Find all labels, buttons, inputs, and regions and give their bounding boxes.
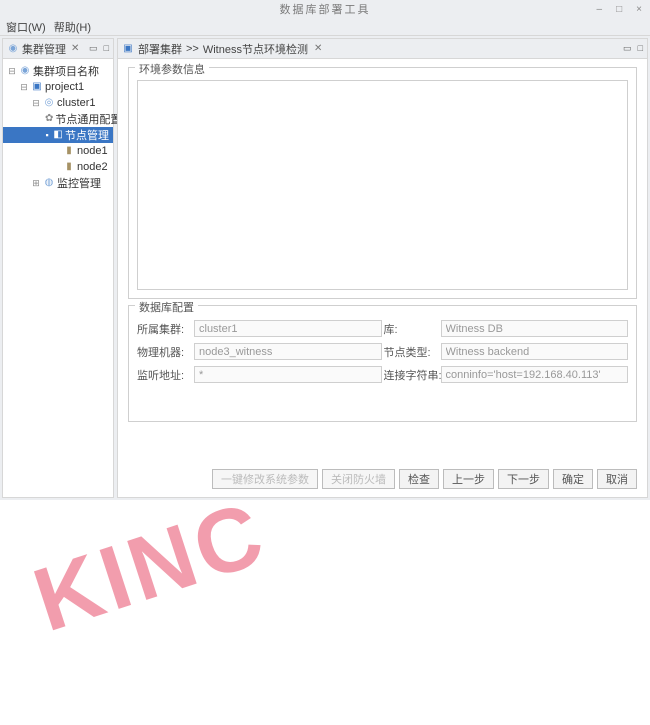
app-window: 数据库部署工具 – □ × 窗口(W) 帮助(H) ◉ 集群管理 ✕ ▭ □	[0, 0, 650, 500]
tree-root[interactable]: ⊟ ◉ 集群项目名称	[3, 63, 113, 79]
tree-node-manage[interactable]: ▪ ◧ 节点管理	[3, 127, 113, 143]
input-conn-str[interactable]	[441, 366, 629, 383]
tree-project-label: project1	[45, 81, 84, 93]
form-area: 环境参数信息 数据库配置 所属集群: 库: 物理机器: 节点类型: 监	[118, 59, 647, 465]
env-fieldset: 环境参数信息	[128, 67, 637, 299]
collapse-icon[interactable]: ⊟	[19, 82, 29, 93]
label-listen-addr: 监听地址:	[137, 367, 192, 383]
modify-sys-button: 一键修改系统参数	[212, 469, 318, 489]
db-fieldset: 数据库配置 所属集群: 库: 物理机器: 节点类型: 监听地址: 连接字符串:	[128, 305, 637, 422]
right-panel: ▣ 部署集群 >> Witness节点环境检测 ✕ ▭ □ 环境参数信息 数据	[117, 38, 648, 498]
db-icon: ▮	[63, 161, 75, 173]
tree-monitor-manage[interactable]: ⊞ ◍ 监控管理	[3, 175, 113, 191]
tab-close-icon[interactable]: ✕	[71, 43, 79, 54]
tab-cluster-label: 集群管理	[22, 41, 66, 57]
label-db-name: 库:	[384, 321, 439, 337]
cluster-small-icon: ◎	[43, 97, 55, 109]
tab-cluster-mgmt[interactable]: ◉ 集群管理 ✕	[7, 41, 79, 57]
expand-icon[interactable]: ⊞	[31, 178, 41, 189]
nodes-icon: ◧	[53, 129, 63, 141]
window-controls: – □ ×	[597, 4, 644, 15]
tab-deploy[interactable]: ▣ 部署集群 >> Witness节点环境检测 ✕	[122, 41, 322, 57]
tree-node1-label: node1	[77, 145, 108, 157]
input-listen-addr[interactable]	[194, 366, 382, 383]
minimize-button[interactable]: –	[597, 4, 605, 15]
panel-maximize-icon[interactable]: □	[638, 43, 643, 54]
close-button[interactable]: ×	[636, 4, 644, 15]
menu-window[interactable]: 窗口(W)	[6, 19, 46, 35]
label-cluster: 所属集群:	[137, 321, 192, 337]
cancel-button[interactable]: 取消	[597, 469, 637, 489]
cluster-icon: ◉	[19, 65, 31, 77]
button-row: 一键修改系统参数 关闭防火墙 检查 上一步 下一步 确定 取消	[118, 465, 647, 497]
tree-project[interactable]: ⊟ ▣ project1	[3, 79, 113, 95]
monitor-icon: ◍	[43, 177, 55, 189]
tree-node2-label: node2	[77, 161, 108, 173]
folder-icon: ▣	[122, 43, 134, 55]
menu-help[interactable]: 帮助(H)	[54, 19, 91, 35]
tree-node-manage-label: 节点管理	[65, 127, 109, 143]
breadcrumb-root: 部署集群	[138, 41, 182, 57]
window-title: 数据库部署工具	[280, 1, 371, 17]
tree-cluster-label: cluster1	[57, 97, 96, 109]
maximize-button[interactable]: □	[616, 4, 624, 15]
check-button[interactable]: 检查	[399, 469, 439, 489]
tree-monitor-label: 监控管理	[57, 175, 101, 191]
env-legend: 环境参数信息	[135, 61, 209, 77]
title-bar: 数据库部署工具 – □ ×	[0, 0, 650, 18]
collapse-icon[interactable]: ⊟	[31, 98, 41, 109]
tree-node2[interactable]: ▮ node2	[3, 159, 113, 175]
label-conn-str: 连接字符串:	[384, 367, 439, 383]
right-tab-row: ▣ 部署集群 >> Witness节点环境检测 ✕ ▭ □	[118, 39, 647, 59]
tree-node-common-label: 节点通用配置	[55, 111, 121, 127]
ok-button[interactable]: 确定	[553, 469, 593, 489]
input-cluster[interactable]	[194, 320, 382, 337]
label-phys-machine: 物理机器:	[137, 344, 192, 360]
tab-close-icon[interactable]: ✕	[314, 43, 322, 54]
close-firewall-button: 关闭防火墙	[322, 469, 395, 489]
tree-node1[interactable]: ▮ node1	[3, 143, 113, 159]
gear-icon: ✿	[45, 113, 53, 125]
tree-cluster[interactable]: ⊟ ◎ cluster1	[3, 95, 113, 111]
panel-minimize-icon[interactable]: ▭	[89, 43, 98, 54]
tree-root-label: 集群项目名称	[33, 63, 99, 79]
env-output-box[interactable]	[137, 80, 628, 290]
input-phys-machine[interactable]	[194, 343, 382, 360]
db-icon: ▮	[63, 145, 75, 157]
next-button[interactable]: 下一步	[498, 469, 549, 489]
cluster-icon: ◉	[7, 43, 19, 55]
breadcrumb-page: Witness节点环境检测	[203, 41, 308, 57]
input-db-name[interactable]	[441, 320, 629, 337]
left-panel: ◉ 集群管理 ✕ ▭ □ ⊟ ◉ 集群项目名称 ⊟ ▣ proj	[2, 38, 114, 498]
menu-bar: 窗口(W) 帮助(H)	[0, 18, 650, 36]
db-legend: 数据库配置	[135, 299, 198, 315]
input-node-type[interactable]	[441, 343, 629, 360]
collapse-icon[interactable]: ⊟	[7, 66, 17, 77]
blank-area	[0, 500, 650, 725]
folder-icon: ▣	[31, 81, 43, 93]
tree-view: ⊟ ◉ 集群项目名称 ⊟ ▣ project1 ⊟ ◎ cluster1 ✿	[3, 59, 113, 195]
tree-node-common-config[interactable]: ✿ 节点通用配置	[3, 111, 113, 127]
panel-minimize-icon[interactable]: ▭	[623, 43, 632, 54]
left-tab-row: ◉ 集群管理 ✕ ▭ □	[3, 39, 113, 59]
body-area: ◉ 集群管理 ✕ ▭ □ ⊟ ◉ 集群项目名称 ⊟ ▣ proj	[0, 36, 650, 500]
breadcrumb-sep: >>	[186, 43, 199, 55]
prev-button[interactable]: 上一步	[443, 469, 494, 489]
panel-maximize-icon[interactable]: □	[104, 43, 109, 54]
label-node-type: 节点类型:	[384, 344, 439, 360]
collapse-icon[interactable]: ▪	[43, 130, 51, 140]
